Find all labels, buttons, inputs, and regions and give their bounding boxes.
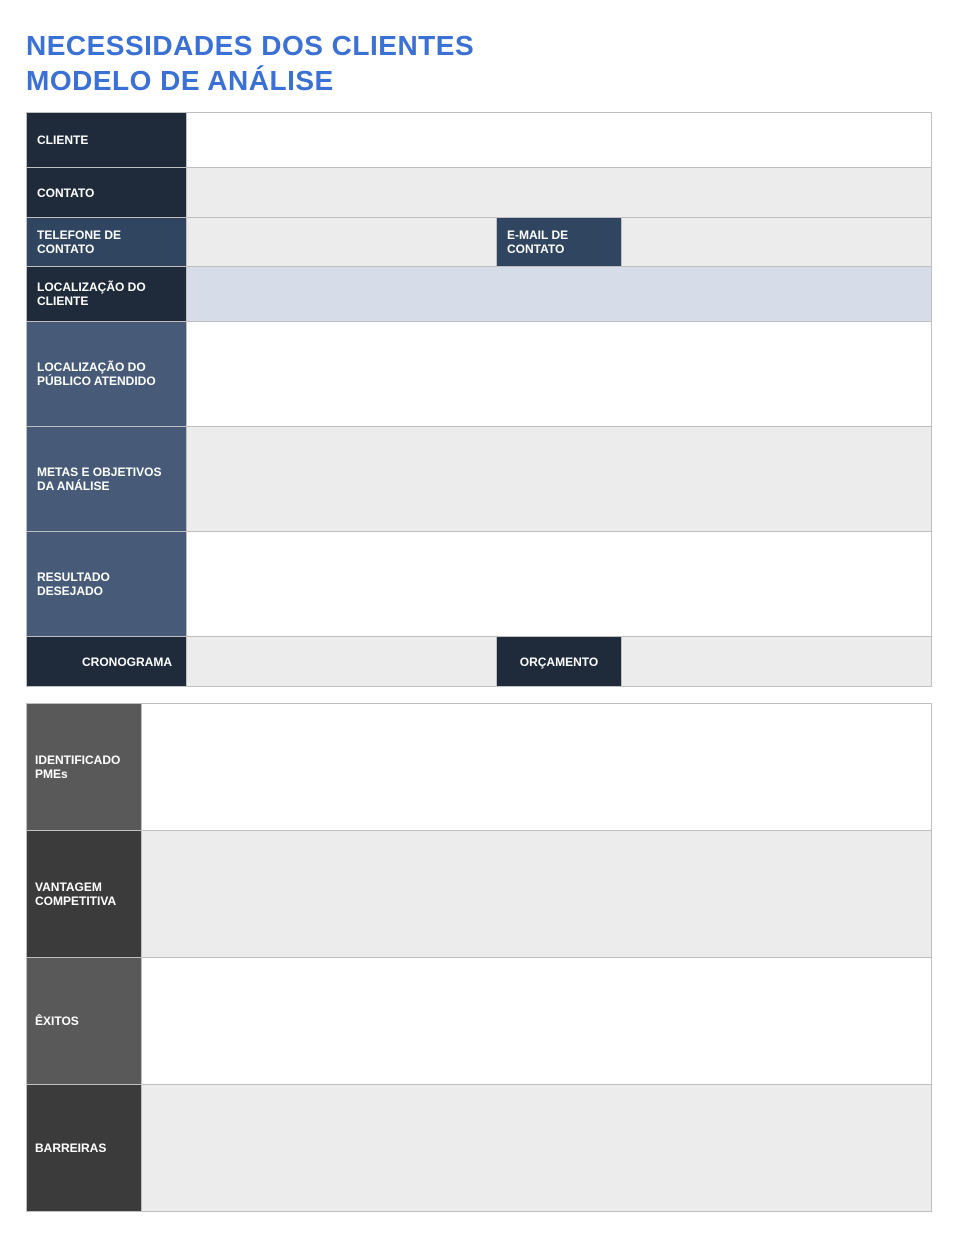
cronograma-label: CRONOGRAMA bbox=[27, 637, 187, 687]
metas-field[interactable] bbox=[187, 427, 932, 532]
email-field[interactable] bbox=[622, 218, 932, 267]
analysis-table: IDENTIFICADO PMEs VANTAGEM COMPETITIVA Ê… bbox=[26, 703, 932, 1212]
telefone-field[interactable] bbox=[187, 218, 497, 267]
email-label: E-MAIL DE CONTATO bbox=[497, 218, 622, 267]
title-line-1: NECESSIDADES DOS CLIENTES bbox=[26, 30, 474, 61]
metas-label: METAS E OBJETIVOS DA ANÁLISE bbox=[27, 427, 187, 532]
cliente-label: CLIENTE bbox=[27, 113, 187, 168]
loc-cliente-label: LOCALIZAÇÃO DO CLIENTE bbox=[27, 267, 187, 322]
orcamento-label: ORÇAMENTO bbox=[497, 637, 622, 687]
resultado-field[interactable] bbox=[187, 532, 932, 637]
vantagem-label: VANTAGEM COMPETITIVA bbox=[27, 831, 142, 958]
cronograma-field[interactable] bbox=[187, 637, 497, 687]
page-title: NECESSIDADES DOS CLIENTES MODELO DE ANÁL… bbox=[26, 28, 932, 98]
pmes-label: IDENTIFICADO PMEs bbox=[27, 704, 142, 831]
orcamento-field[interactable] bbox=[622, 637, 932, 687]
exitos-field[interactable] bbox=[142, 958, 932, 1085]
resultado-label: RESULTADO DESEJADO bbox=[27, 532, 187, 637]
loc-cliente-field[interactable] bbox=[187, 267, 932, 322]
client-info-table: CLIENTE CONTATO TELEFONE DE CONTATO E-MA… bbox=[26, 112, 932, 687]
contato-label: CONTATO bbox=[27, 168, 187, 218]
telefone-label: TELEFONE DE CONTATO bbox=[27, 218, 187, 267]
title-line-2: MODELO DE ANÁLISE bbox=[26, 65, 334, 96]
cliente-field[interactable] bbox=[187, 113, 932, 168]
exitos-label: ÊXITOS bbox=[27, 958, 142, 1085]
loc-publico-label: LOCALIZAÇÃO DO PÚBLICO ATENDIDO bbox=[27, 322, 187, 427]
contato-field[interactable] bbox=[187, 168, 932, 218]
pmes-field[interactable] bbox=[142, 704, 932, 831]
barreiras-field[interactable] bbox=[142, 1085, 932, 1212]
loc-publico-field[interactable] bbox=[187, 322, 932, 427]
vantagem-field[interactable] bbox=[142, 831, 932, 958]
barreiras-label: BARREIRAS bbox=[27, 1085, 142, 1212]
